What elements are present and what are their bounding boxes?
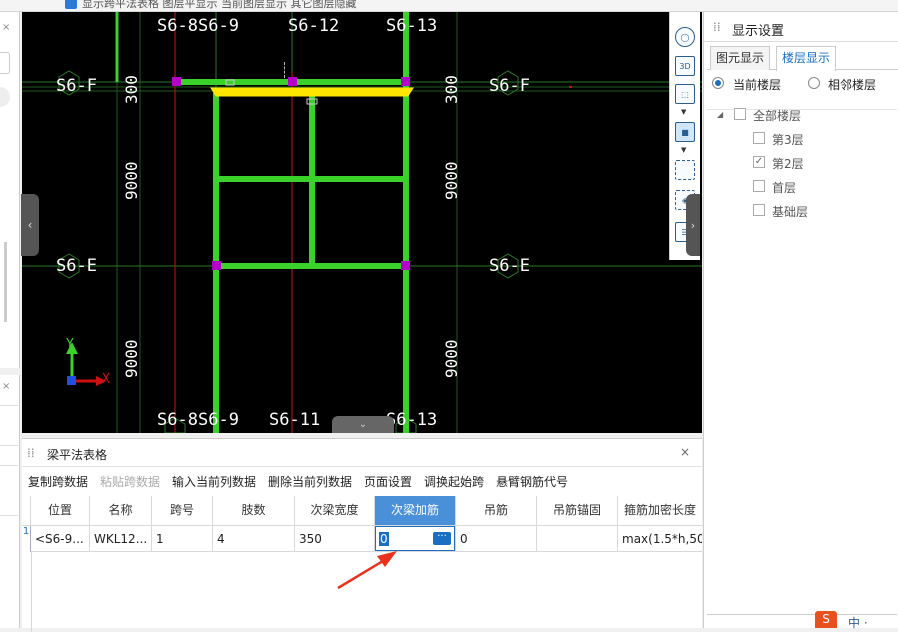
annotation-arrow-icon [337,551,397,590]
